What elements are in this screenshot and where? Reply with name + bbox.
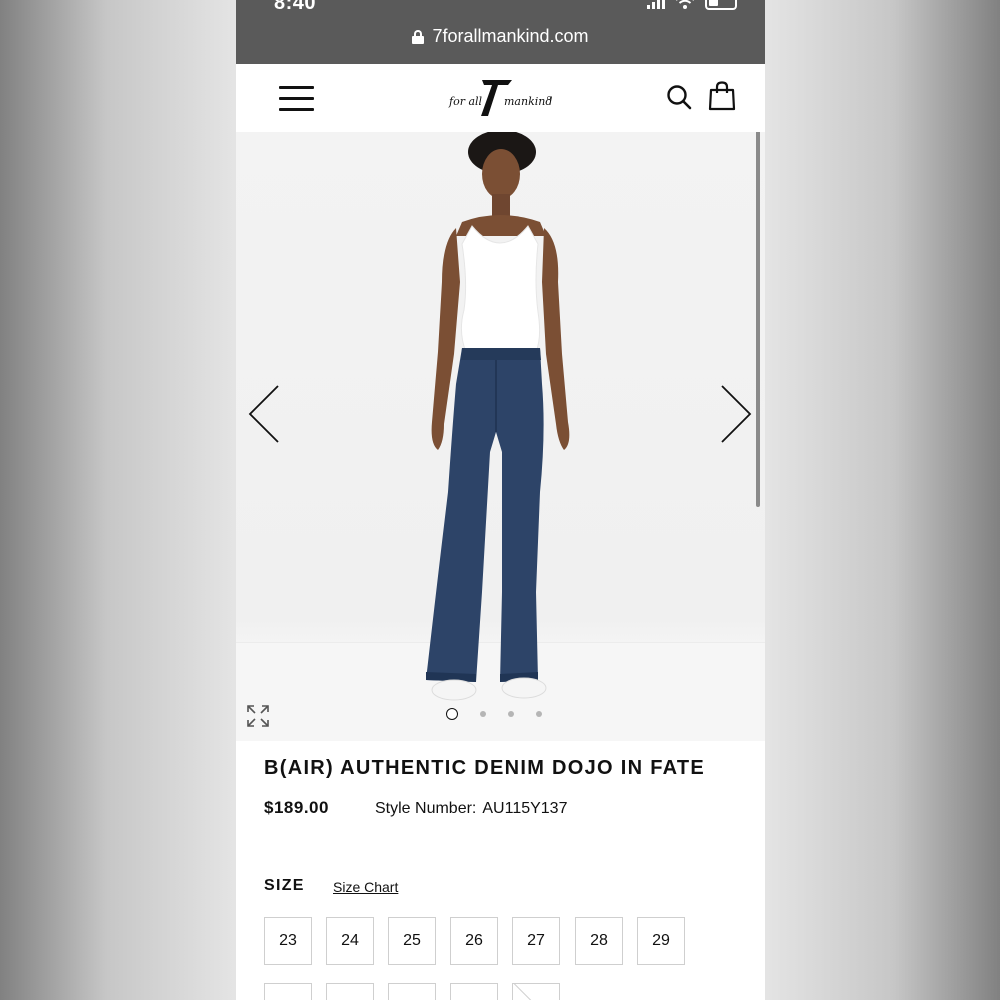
- size-option[interactable]: 26: [450, 917, 498, 965]
- carousel-dot[interactable]: [480, 711, 486, 717]
- wifi-icon: [676, 0, 694, 9]
- svg-text:mankind: mankind: [504, 95, 552, 108]
- size-option[interactable]: 29: [637, 917, 685, 965]
- brand-logo[interactable]: for all mankind: [448, 76, 552, 118]
- product-info: B(AIR) AUTHENTIC DENIM DOJO IN FATE $189…: [236, 741, 765, 1000]
- url-bar[interactable]: 7forallmankind.com: [236, 26, 765, 47]
- battery-icon: [705, 0, 737, 10]
- site-header: for all mankind: [236, 64, 765, 132]
- svg-text:for all: for all: [448, 95, 483, 108]
- size-option[interactable]: 25: [388, 917, 436, 965]
- product-image-model: [426, 132, 570, 701]
- size-option[interactable]: 24: [326, 917, 374, 965]
- size-label: SIZE: [264, 877, 305, 894]
- signal-icon: [647, 0, 665, 9]
- size-option[interactable]: 28: [575, 917, 623, 965]
- status-icons: [647, 0, 737, 10]
- url-text: 7forallmankind.com: [432, 26, 589, 46]
- menu-icon[interactable]: [279, 86, 314, 112]
- style-number-value: AU115Y137: [482, 800, 568, 817]
- phone-screen: 8:40 7forallmankind.com for all mankind: [236, 0, 765, 1000]
- size-option[interactable]: [388, 983, 436, 1000]
- lock-icon: [412, 29, 425, 44]
- chevron-right-icon[interactable]: [718, 382, 758, 446]
- carousel-dot[interactable]: [536, 711, 542, 717]
- carousel-dots: [446, 708, 542, 720]
- background-blur-right: [764, 0, 1000, 1000]
- size-option[interactable]: 23: [264, 917, 312, 965]
- product-title: B(AIR) AUTHENTIC DENIM DOJO IN FATE: [264, 757, 706, 779]
- size-option[interactable]: [264, 983, 312, 1000]
- style-number-label: Style Number:: [375, 800, 477, 817]
- shopping-bag-icon[interactable]: [708, 81, 736, 111]
- chevron-left-icon[interactable]: [246, 382, 286, 446]
- size-option-unavailable[interactable]: [512, 983, 560, 1000]
- size-option[interactable]: [326, 983, 374, 1000]
- status-bar: 8:40 7forallmankind.com: [236, 0, 765, 64]
- product-image-gallery[interactable]: [236, 132, 765, 741]
- page-scrollbar[interactable]: [756, 132, 760, 507]
- status-time: 8:40: [274, 0, 317, 14]
- background-blur-left: [0, 0, 236, 1000]
- style-number: Style Number: AU115Y137: [375, 800, 567, 818]
- search-icon[interactable]: [666, 84, 692, 110]
- size-chart-link[interactable]: Size Chart: [333, 879, 398, 895]
- expand-icon[interactable]: [246, 704, 270, 728]
- size-option[interactable]: 27: [512, 917, 560, 965]
- carousel-dot[interactable]: [446, 708, 458, 720]
- size-option[interactable]: [450, 983, 498, 1000]
- carousel-dot[interactable]: [508, 711, 514, 717]
- product-price: $189.00: [264, 798, 329, 817]
